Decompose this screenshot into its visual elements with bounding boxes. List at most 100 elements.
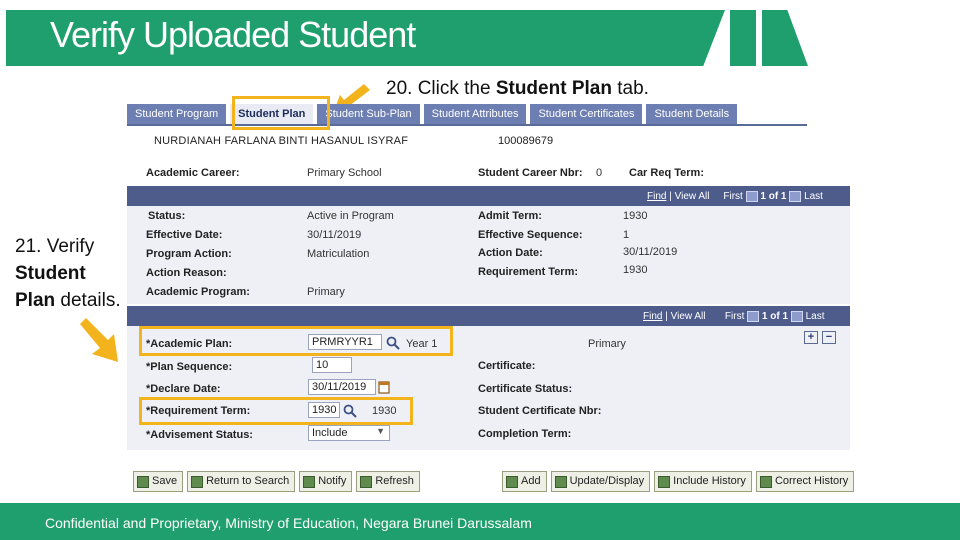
add-button[interactable]: Add bbox=[502, 471, 547, 492]
correct-history-button[interactable]: Correct History bbox=[755, 471, 855, 492]
tab-student-details[interactable]: Student Details bbox=[646, 104, 738, 124]
program-first-link[interactable]: First bbox=[723, 191, 742, 202]
tab-highlight bbox=[232, 96, 330, 130]
delete-row-icon[interactable]: − bbox=[822, 331, 836, 344]
banner-decoration bbox=[730, 10, 756, 66]
banner-decoration bbox=[762, 10, 808, 66]
advisement-status-label: *Advisement Status: bbox=[146, 429, 253, 441]
tab-student-attributes[interactable]: Student Attributes bbox=[423, 104, 527, 124]
plan-prev-icon[interactable] bbox=[747, 311, 760, 322]
instruction-20: 20. Click the Student Plan tab. bbox=[386, 78, 649, 100]
return-to-search-button[interactable]: Return to Search bbox=[187, 471, 296, 492]
instruction-21-line1: 21. Verify bbox=[15, 236, 95, 257]
plan-sequence-label: *Plan Sequence: bbox=[146, 361, 233, 373]
instruction-21-line3: Plan details. bbox=[15, 287, 145, 314]
refresh-button[interactable]: Refresh bbox=[356, 471, 420, 492]
completion-term-label: Completion Term: bbox=[478, 428, 572, 440]
program-find-link[interactable]: Find bbox=[647, 191, 666, 202]
program-next-icon[interactable] bbox=[789, 191, 802, 202]
certificate-label: Certificate: bbox=[478, 360, 536, 372]
plan-view-all-link[interactable]: View All bbox=[671, 311, 706, 322]
instruction-20-suffix: tab. bbox=[611, 78, 649, 99]
academic-career-value: Primary School bbox=[307, 167, 382, 179]
save-icon bbox=[137, 475, 149, 488]
add-label: Add bbox=[521, 475, 541, 487]
plan-next-icon[interactable] bbox=[790, 311, 803, 322]
plan-nav: Find | View All First 1 of 1 Last bbox=[643, 311, 825, 323]
plan-program-value: Primary bbox=[588, 338, 626, 350]
program-count: 1 of 1 bbox=[760, 191, 787, 203]
tab-student-program[interactable]: Student Program bbox=[127, 104, 227, 124]
include-history-icon bbox=[658, 475, 671, 488]
program-nav: Find | View All First 1 of 1 Last bbox=[647, 191, 823, 203]
correct-history-icon bbox=[759, 475, 772, 488]
refresh-icon bbox=[360, 475, 373, 488]
tab-student-sub-plan[interactable]: Student Sub-Plan bbox=[317, 104, 420, 124]
instruction-20-bold: Student Plan bbox=[495, 78, 612, 99]
declare-date-label: *Declare Date: bbox=[146, 383, 221, 395]
update-display-icon bbox=[554, 475, 567, 488]
effective-date-label: Effective Date: bbox=[146, 229, 223, 241]
banner-left-edge bbox=[0, 10, 6, 66]
return-to-search-label: Return to Search bbox=[206, 475, 290, 487]
toolbar-left: Save Return to Search Notify Refresh bbox=[133, 471, 420, 492]
toolbar-right: Add Update/Display Include History Corre… bbox=[502, 471, 855, 492]
instruction-21-bold: Plan bbox=[15, 290, 56, 311]
student-id: 100089679 bbox=[498, 135, 554, 147]
plan-last-link[interactable]: Last bbox=[806, 311, 825, 322]
update-display-button[interactable]: Update/Display bbox=[550, 471, 651, 492]
plan-count: 1 of 1 bbox=[761, 311, 789, 323]
program-view-all-link[interactable]: View All bbox=[675, 191, 710, 202]
academic-program-label: Academic Program: bbox=[146, 286, 250, 298]
chevron-down-icon: ▼ bbox=[376, 426, 385, 436]
effective-sequence-label: Effective Sequence: bbox=[478, 229, 583, 241]
save-label: Save bbox=[152, 475, 178, 487]
program-action-value: Matriculation bbox=[307, 248, 370, 260]
add-icon bbox=[506, 475, 518, 488]
footer-text: Confidential and Proprietary, Ministry o… bbox=[45, 515, 532, 531]
academic-program-value: Primary bbox=[307, 286, 345, 298]
admit-term-label: Admit Term: bbox=[478, 210, 542, 222]
effective-sequence-value: 1 bbox=[623, 229, 630, 241]
career-nbr-value: 0 bbox=[596, 167, 603, 179]
calendar-icon[interactable] bbox=[378, 380, 390, 394]
requirement-term-value: 1930 bbox=[623, 264, 648, 276]
declare-date-input[interactable]: 30/11/2019 bbox=[308, 379, 376, 395]
program-action-label: Program Action: bbox=[146, 248, 232, 260]
tab-student-certificates[interactable]: Student Certificates bbox=[530, 104, 643, 124]
slide-title: Verify Uploaded Student bbox=[50, 14, 416, 55]
requirement-term-highlight bbox=[139, 397, 413, 425]
plan-sequence-input[interactable]: 10 bbox=[312, 357, 352, 373]
academic-career-label: Academic Career: bbox=[146, 167, 240, 179]
notify-button[interactable]: Notify bbox=[299, 471, 353, 492]
program-last-link[interactable]: Last bbox=[804, 191, 823, 202]
student-certificate-nbr-label: Student Certificate Nbr: bbox=[478, 405, 602, 417]
advisement-status-select[interactable]: Include ▼ bbox=[308, 425, 390, 441]
program-prev-icon[interactable] bbox=[745, 191, 758, 202]
effective-date-value: 30/11/2019 bbox=[307, 229, 362, 241]
plan-first-link[interactable]: First bbox=[725, 311, 744, 322]
car-req-term-label: Car Req Term: bbox=[629, 167, 704, 179]
student-name: NURDIANAH FARLANA BINTI HASANUL ISYRAF bbox=[154, 135, 409, 147]
instruction-21-rest: details. bbox=[55, 290, 121, 311]
update-display-label: Update/Display bbox=[569, 475, 645, 487]
search-icon bbox=[191, 475, 204, 488]
admit-term-value: 1930 bbox=[623, 210, 648, 222]
add-row-icon[interactable]: + bbox=[804, 331, 818, 344]
include-history-button[interactable]: Include History bbox=[654, 471, 752, 492]
status-value: Active in Program bbox=[307, 210, 394, 222]
arrow-to-details-icon bbox=[80, 318, 118, 362]
correct-history-label: Correct History bbox=[774, 475, 849, 487]
instruction-21-line2: Student bbox=[15, 263, 86, 284]
advisement-status-value: Include bbox=[312, 427, 348, 439]
refresh-label: Refresh bbox=[375, 475, 414, 487]
action-reason-label: Action Reason: bbox=[146, 267, 227, 279]
save-button[interactable]: Save bbox=[133, 471, 184, 492]
academic-plan-highlight bbox=[139, 326, 453, 356]
action-date-label: Action Date: bbox=[478, 247, 543, 259]
status-label: Status: bbox=[148, 210, 186, 222]
action-date-value: 30/11/2019 bbox=[623, 246, 678, 258]
notify-icon bbox=[303, 475, 316, 488]
plan-find-link[interactable]: Find bbox=[643, 311, 662, 322]
notify-label: Notify bbox=[318, 475, 347, 487]
